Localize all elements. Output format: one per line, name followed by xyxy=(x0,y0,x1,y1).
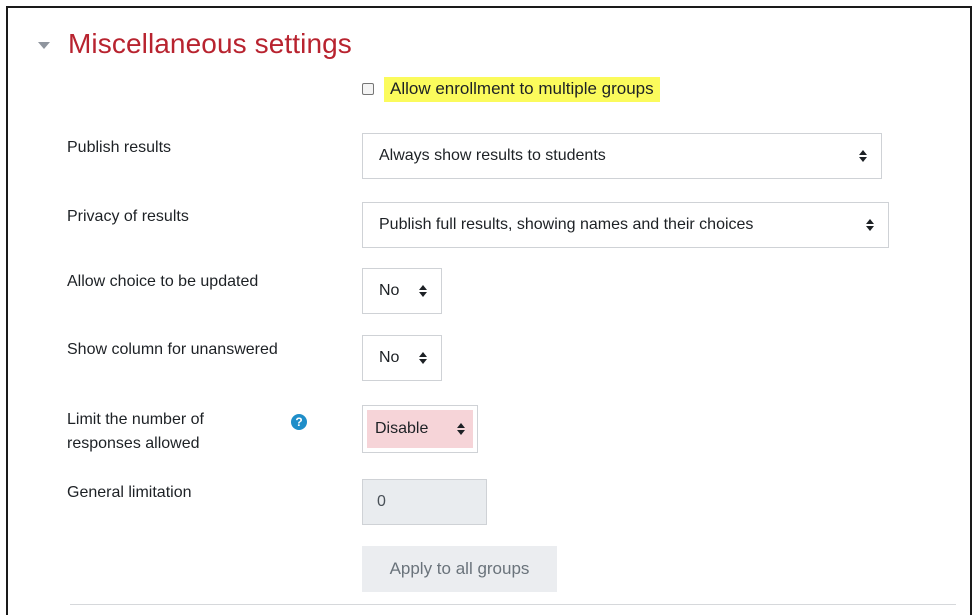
sort-arrows-icon xyxy=(457,423,465,435)
show-unanswered-label: Show column for unanswered xyxy=(67,341,278,358)
sort-arrows-icon xyxy=(419,352,427,364)
allow-multiple-groups-row: Allow enrollment to multiple groups xyxy=(362,75,660,103)
allow-multiple-groups-checkbox[interactable] xyxy=(362,83,374,95)
limit-responses-select[interactable]: Disable xyxy=(362,405,478,453)
allow-update-value: No xyxy=(379,282,400,299)
section-header[interactable]: Miscellaneous settings xyxy=(38,26,352,62)
section-title: Miscellaneous settings xyxy=(68,28,352,59)
privacy-results-label: Privacy of results xyxy=(67,208,189,225)
limit-responses-label-line2: responses allowed xyxy=(67,435,200,452)
limit-responses-value: Disable xyxy=(375,420,429,437)
show-unanswered-select[interactable]: No xyxy=(362,335,442,381)
privacy-results-select[interactable]: Publish full results, showing names and … xyxy=(362,202,889,248)
sort-arrows-icon xyxy=(859,150,867,162)
limit-responses-select-inner: Disable xyxy=(367,410,473,448)
allow-multiple-groups-label[interactable]: Allow enrollment to multiple groups xyxy=(384,76,660,102)
general-limitation-input[interactable]: 0 xyxy=(362,479,487,525)
allow-update-select[interactable]: No xyxy=(362,268,442,314)
apply-to-all-groups-button[interactable]: Apply to all groups xyxy=(362,546,557,592)
collapse-caret-icon[interactable] xyxy=(38,41,50,49)
sort-arrows-icon xyxy=(419,285,427,297)
section-divider xyxy=(70,604,956,605)
privacy-results-value: Publish full results, showing names and … xyxy=(379,216,754,233)
publish-results-select[interactable]: Always show results to students xyxy=(362,133,882,179)
limit-responses-label: Limit the number of responses allowed xyxy=(67,408,204,456)
publish-results-value: Always show results to students xyxy=(379,147,606,164)
allow-update-label: Allow choice to be updated xyxy=(67,273,259,290)
publish-results-label: Publish results xyxy=(67,139,172,156)
general-limitation-label: General limitation xyxy=(67,484,192,501)
question-circle-icon[interactable]: ? xyxy=(291,414,307,430)
show-unanswered-value: No xyxy=(379,349,400,366)
sort-arrows-icon xyxy=(866,219,874,231)
limit-responses-label-line1: Limit the number of xyxy=(67,411,204,428)
